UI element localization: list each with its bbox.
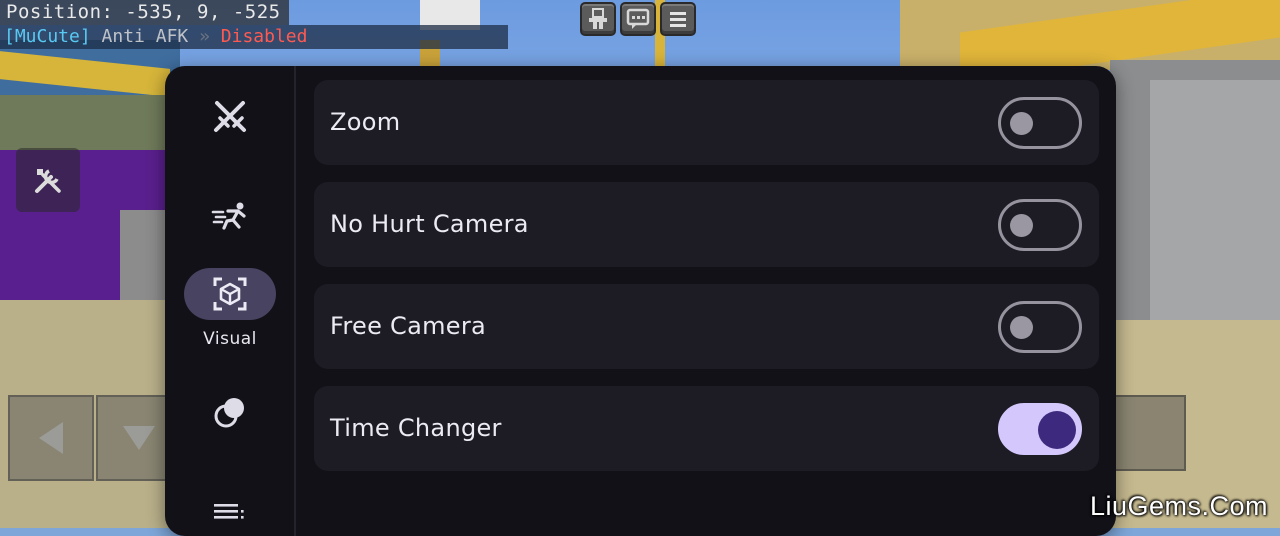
module-list: Zoom No Hurt Camera Free Camera Time Cha…	[314, 80, 1099, 488]
nav-item-label: Visual	[203, 329, 257, 349]
module-name: Anti AFK	[101, 26, 189, 47]
toggle-knob	[1010, 316, 1033, 339]
nav-item-pill	[184, 90, 276, 142]
chat-icon	[626, 8, 650, 29]
category-nav-rail: Visual	[165, 66, 296, 536]
module-label: Time Changer	[330, 414, 502, 442]
separator: »	[199, 26, 210, 47]
module-row-zoom[interactable]: Zoom	[314, 80, 1099, 165]
free-camera-toggle[interactable]	[998, 301, 1082, 353]
module-label: Free Camera	[330, 312, 487, 340]
module-label: No Hurt Camera	[330, 210, 529, 238]
emote-icon	[589, 8, 607, 29]
module-row-time-changer[interactable]: Time Changer	[314, 386, 1099, 471]
cube-focus-icon	[213, 277, 247, 311]
module-label: Zoom	[330, 108, 401, 136]
nav-item-motion[interactable]	[184, 190, 276, 242]
crossed-swords-icon	[214, 101, 246, 132]
client-tools-button[interactable]	[16, 148, 80, 212]
chat-button[interactable]	[620, 2, 656, 36]
nav-item-visual[interactable]: Visual	[184, 268, 276, 349]
position-readout: Position: -535, 9, -525	[0, 0, 289, 25]
toggle-knob	[1038, 411, 1076, 449]
nav-item-pill	[184, 268, 276, 320]
dpad-left-button[interactable]	[8, 395, 94, 481]
toggle-knob	[1010, 112, 1033, 135]
client-tag: [MuCute]	[4, 26, 91, 47]
no-hurt-camera-toggle[interactable]	[998, 199, 1082, 251]
time-changer-toggle[interactable]	[998, 403, 1082, 455]
tools-icon	[35, 169, 61, 193]
module-row-no-hurt-camera[interactable]: No Hurt Camera	[314, 182, 1099, 267]
anti-afk-status-line: [MuCute] Anti AFK » Disabled	[0, 25, 508, 49]
arrow-down-icon	[123, 426, 155, 450]
pause-menu-button[interactable]	[660, 2, 696, 36]
zoom-toggle[interactable]	[998, 97, 1082, 149]
emote-button[interactable]	[580, 2, 616, 36]
watermark: LiuGems.Com	[1089, 491, 1268, 521]
module-status: Disabled	[220, 26, 308, 47]
top-button-bar	[580, 2, 696, 36]
nav-item-misc[interactable]	[184, 386, 276, 438]
menu-icon	[670, 12, 686, 27]
list-icon	[214, 504, 244, 519]
toggle-knob	[1010, 214, 1033, 237]
running-man-icon	[211, 202, 246, 230]
nav-more-button[interactable]	[214, 502, 246, 526]
circles-icon	[214, 398, 244, 428]
nav-item-pill	[184, 386, 276, 438]
nav-item-combat[interactable]	[184, 90, 276, 142]
nav-item-pill	[184, 190, 276, 242]
module-row-free-camera[interactable]: Free Camera	[314, 284, 1099, 369]
client-menu-panel: Visual Zoom No Hurt Camera Free Camera T…	[165, 66, 1116, 536]
arrow-left-icon	[39, 422, 63, 454]
